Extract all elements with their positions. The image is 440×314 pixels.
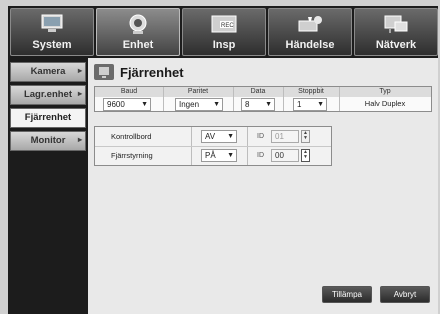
tab-insp[interactable]: REC Insp <box>182 8 266 56</box>
camera-icon <box>129 14 147 34</box>
submenu-marker-icon: ▸ <box>77 89 82 98</box>
stoppbit-select[interactable]: 1 ▼ <box>293 98 327 111</box>
page-title: Fjärrenhet <box>120 65 184 80</box>
kontrollbord-select[interactable]: AV ▼ <box>201 130 237 143</box>
tab-enhet[interactable]: Enhet <box>96 8 180 56</box>
column-header-paritet: Paritet <box>163 87 233 97</box>
data-value: 8 <box>245 100 250 109</box>
typ-value: Halv Duplex <box>364 99 406 108</box>
column-header-typ: Typ <box>339 87 431 97</box>
serial-settings-table: Baud Paritet Data Stoppbit Typ 9600 ▼ In… <box>94 86 432 112</box>
kontrollbord-id-value: 01 <box>275 132 284 141</box>
sidebar-item-label: Fjärrenhet <box>24 112 72 123</box>
stoppbit-value: 1 <box>297 100 302 109</box>
stepper-down-icon: ▼ <box>303 135 308 141</box>
fjarrstyrning-id-value: 00 <box>275 151 284 160</box>
fjarrstyrning-id-stepper[interactable]: ▲ ▼ <box>301 149 310 162</box>
remote-device-icon <box>94 64 114 80</box>
kontrollbord-value: AV <box>205 132 216 141</box>
sidebar-item-label: Kamera <box>30 66 66 77</box>
paritet-select[interactable]: Ingen ▼ <box>175 98 223 111</box>
tab-label: System <box>32 39 72 51</box>
svg-text:REC: REC <box>221 23 234 29</box>
chevron-down-icon: ▼ <box>227 152 234 159</box>
id-label: ID <box>257 152 264 159</box>
baud-value: 9600 <box>107 100 125 109</box>
chevron-down-icon: ▼ <box>265 101 272 108</box>
kontrollbord-id-stepper[interactable]: ▲ ▼ <box>301 130 310 143</box>
submenu-marker-icon: ▸ <box>77 66 82 75</box>
monitor-icon <box>41 14 63 32</box>
alarm-icon <box>298 16 322 32</box>
tab-label: Insp <box>212 39 236 51</box>
cancel-button[interactable]: Avbryt <box>380 286 430 303</box>
network-icon <box>384 15 408 33</box>
stepper-down-icon: ▼ <box>303 154 308 160</box>
tab-label: Nätverk <box>375 39 417 51</box>
column-header-data: Data <box>233 87 283 97</box>
tab-label: Händelse <box>285 39 335 51</box>
column-header-stoppbit: Stoppbit <box>283 87 339 97</box>
paritet-value: Ingen <box>179 100 200 109</box>
device-table: Kontrollbord AV ▼ ID 01 ▲ ▼ Fjärrstyrnin… <box>94 126 332 166</box>
sidebar-item-lagr-enhet[interactable]: Lagr.enhet ▸ <box>10 85 86 105</box>
tab-system[interactable]: System <box>10 8 94 56</box>
chevron-down-icon: ▼ <box>141 101 148 108</box>
fjarrstyrning-id-field[interactable]: 00 <box>271 149 299 162</box>
column-header-baud: Baud <box>95 87 163 97</box>
fjarrstyrning-label: Fjärrstyrning <box>111 151 153 160</box>
kontrollbord-label: Kontrollbord <box>111 132 152 141</box>
sidebar-item-label: Lagr.enhet <box>23 89 73 100</box>
sidebar-item-kamera[interactable]: Kamera ▸ <box>10 62 86 82</box>
sidebar-item-fjarrenhet[interactable]: Fjärrenhet <box>10 108 86 128</box>
rec-icon: REC <box>211 15 237 33</box>
fjarrstyrning-value: PÅ <box>205 151 216 160</box>
chevron-down-icon: ▼ <box>227 133 234 140</box>
sidebar-item-label: Monitor <box>30 135 66 146</box>
apply-button[interactable]: Tillämpa <box>322 286 372 303</box>
chevron-down-icon: ▼ <box>317 101 324 108</box>
chevron-down-icon: ▼ <box>213 101 220 108</box>
tab-label: Enhet <box>122 39 154 51</box>
sidebar-item-monitor[interactable]: Monitor ▸ <box>10 131 86 151</box>
baud-select[interactable]: 9600 ▼ <box>103 98 151 111</box>
data-select[interactable]: 8 ▼ <box>241 98 275 111</box>
id-label: ID <box>257 133 264 140</box>
top-tab-bar: System Enhet REC Insp Händelse Nätverk <box>8 6 438 58</box>
sidebar: Kamera ▸ Lagr.enhet ▸ Fjärrenhet Monitor… <box>8 58 88 314</box>
kontrollbord-id-field[interactable]: 01 <box>271 130 299 143</box>
tab-handelse[interactable]: Händelse <box>268 8 352 56</box>
main-panel: Fjärrenhet Baud Paritet Data Stoppbit Ty… <box>88 58 438 314</box>
fjarrstyrning-select[interactable]: PÅ ▼ <box>201 149 237 162</box>
dvr-menu-window: System Enhet REC Insp Händelse Nätverk K… <box>0 0 440 314</box>
tab-natverk[interactable]: Nätverk <box>354 8 438 56</box>
submenu-marker-icon: ▸ <box>77 135 82 144</box>
